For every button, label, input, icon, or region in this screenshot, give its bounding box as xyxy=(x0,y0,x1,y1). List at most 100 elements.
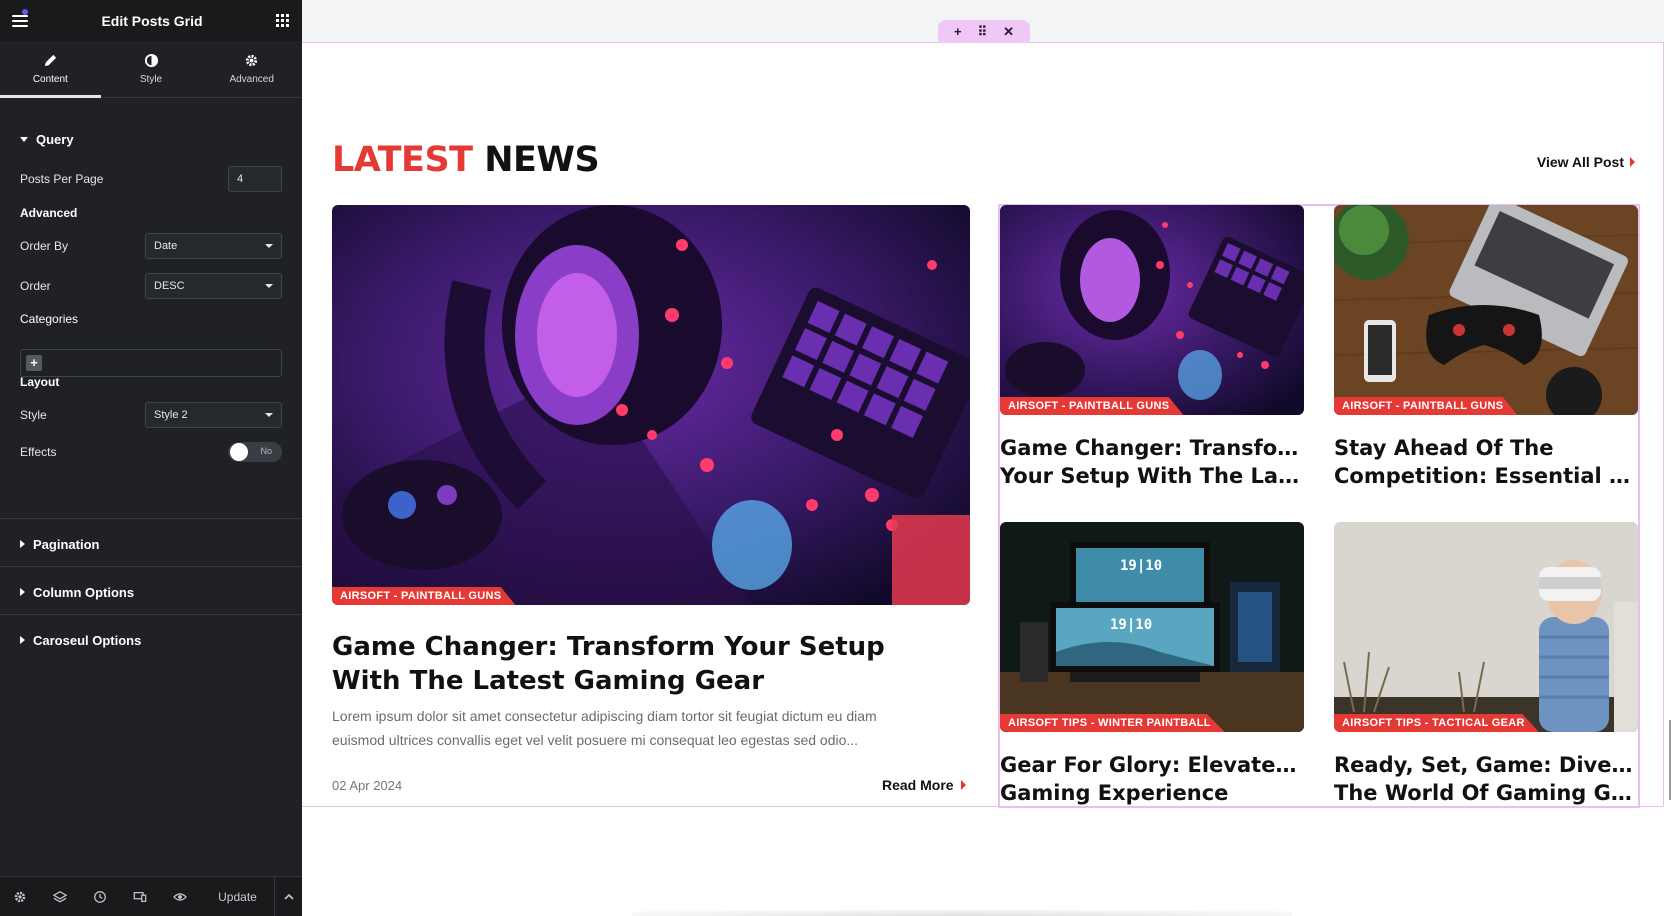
toggle-state: No xyxy=(260,446,272,456)
tab-content[interactable]: Content xyxy=(0,41,101,98)
section-label: Caroseul Options xyxy=(33,632,142,648)
update-button[interactable]: Update xyxy=(200,876,274,916)
post-title-line[interactable]: Stay Ahead Of The xyxy=(1334,434,1634,462)
select-value: Date xyxy=(154,240,178,252)
bottom-shadow xyxy=(632,910,1292,916)
column-options-section-toggle[interactable]: Column Options xyxy=(0,583,302,601)
style-control: Style Style 2 xyxy=(20,402,282,428)
posts-per-page-input[interactable]: 4 xyxy=(228,166,282,192)
read-more-link[interactable]: Read More xyxy=(882,777,966,793)
order-select[interactable]: DESC xyxy=(145,273,282,299)
divider xyxy=(0,566,302,567)
history-icon[interactable] xyxy=(80,877,120,916)
post-title-line[interactable]: The World Of Gaming Gear xyxy=(1334,779,1634,807)
view-all-label: View All Post xyxy=(1536,154,1624,170)
heading-accent: LATEST xyxy=(332,140,473,180)
post-title-line[interactable]: Gaming Experience xyxy=(1000,779,1300,807)
caret-right-icon xyxy=(20,540,25,548)
featured-post-date: 02 Apr 2024 xyxy=(332,778,403,793)
gaming-gear-photo xyxy=(332,205,970,605)
panel-tabs: Content Style Advanced xyxy=(0,41,302,98)
post-title-line[interactable]: Competition: Essential Gami... xyxy=(1334,462,1634,490)
controller-desk-photo xyxy=(1334,205,1638,415)
settings-icon[interactable] xyxy=(0,877,40,916)
category-tag[interactable]: AIRSOFT TIPS - WINTER PAINTBALL xyxy=(1000,714,1225,732)
control-label: Posts Per Page xyxy=(20,172,104,186)
chevron-down-icon xyxy=(265,413,273,417)
heading-main: NEWS xyxy=(484,140,600,180)
featured-post-excerpt: Lorem ipsum dolor sit amet consectetur a… xyxy=(332,708,877,748)
panel-title: Edit Posts Grid xyxy=(101,12,203,29)
add-category-button[interactable]: + xyxy=(26,355,42,371)
tab-advanced[interactable]: Advanced xyxy=(201,41,302,97)
half-circle-icon xyxy=(144,53,158,68)
update-options-button[interactable] xyxy=(274,876,302,916)
select-value: Style 2 xyxy=(154,409,188,421)
preview-canvas: + ⠿ ✕ LATEST NEWS View All Post AIRSOFT … xyxy=(302,0,1671,916)
chevron-down-icon xyxy=(265,284,273,288)
divider xyxy=(0,614,302,615)
caret-down-icon xyxy=(20,136,28,142)
post-title-line[interactable]: Ready, Set, Game: Dive Into xyxy=(1334,751,1634,779)
featured-post-image[interactable]: AIRSOFT - PAINTBALL GUNS xyxy=(332,205,970,605)
category-tag[interactable]: AIRSOFT - PAINTBALL GUNS xyxy=(332,587,516,605)
svg-text:19|10: 19|10 xyxy=(1120,558,1162,574)
control-label: Order xyxy=(20,279,51,293)
plus-icon[interactable]: + xyxy=(954,24,962,39)
control-label: Effects xyxy=(20,445,57,459)
order-by-select[interactable]: Date xyxy=(145,233,282,259)
layers-icon[interactable] xyxy=(40,877,80,916)
post-title-line[interactable]: Game Changer: Transform xyxy=(1000,434,1300,462)
query-section-toggle[interactable]: Query xyxy=(0,130,94,148)
carousel-options-section-toggle[interactable]: Caroseul Options xyxy=(0,631,302,649)
post-image[interactable]: AIRSOFT - PAINTBALL GUNS xyxy=(1000,205,1304,415)
vr-headset-kid-photo xyxy=(1334,522,1638,732)
categories-field[interactable]: + xyxy=(20,349,282,377)
section-heading: LATEST NEWS xyxy=(332,140,600,180)
post-title-line[interactable]: Gear For Glory: Elevate Your xyxy=(1000,751,1300,779)
drag-handle-icon[interactable]: ⠿ xyxy=(978,24,988,40)
section-label: Query xyxy=(36,131,74,147)
post-image[interactable]: 19|10 19|10 AIRSOFT TIPS - WINTER PAINTB… xyxy=(1000,522,1304,732)
preview-icon[interactable] xyxy=(160,877,200,916)
chevron-down-icon xyxy=(265,244,273,248)
responsive-icon[interactable] xyxy=(120,877,160,916)
editor-panel: Edit Posts Grid Content Style Advanced Q… xyxy=(0,0,302,916)
toggle-knob xyxy=(230,443,248,461)
categories-label: Categories xyxy=(20,312,79,326)
order-control: Order DESC xyxy=(20,273,282,299)
order-by-control: Order By Date xyxy=(20,233,282,259)
widgets-grid-icon[interactable] xyxy=(276,13,290,28)
select-value: DESC xyxy=(154,280,185,292)
menu-icon[interactable] xyxy=(12,8,28,27)
tab-label: Style xyxy=(139,74,163,85)
tab-label: Content xyxy=(32,74,68,85)
gaming-setup-photo: 19|10 19|10 xyxy=(1000,522,1304,732)
view-all-link[interactable]: View All Post xyxy=(1537,154,1635,170)
effects-control: Effects No xyxy=(20,442,282,462)
category-tag[interactable]: AIRSOFT - PAINTBALL GUNS xyxy=(1000,397,1184,415)
pagination-section-toggle[interactable]: Pagination xyxy=(0,535,302,553)
effects-toggle[interactable]: No xyxy=(228,442,282,462)
layout-heading: Layout xyxy=(20,375,60,389)
caret-right-icon xyxy=(1630,157,1635,167)
category-tag[interactable]: AIRSOFT TIPS - TACTICAL GEAR xyxy=(1334,714,1539,732)
post-image[interactable]: AIRSOFT - PAINTBALL GUNS xyxy=(1334,205,1638,415)
style-select[interactable]: Style 2 xyxy=(145,402,282,428)
caret-right-icon xyxy=(20,636,25,644)
tab-style[interactable]: Style xyxy=(101,41,202,97)
caret-right-icon xyxy=(20,588,25,596)
control-label: Order By xyxy=(20,239,69,253)
pencil-icon xyxy=(44,54,56,67)
section-handle: + ⠿ ✕ xyxy=(938,20,1030,43)
close-icon[interactable]: ✕ xyxy=(1003,24,1014,40)
panel-footer: Update xyxy=(0,876,302,916)
category-tag[interactable]: AIRSOFT - PAINTBALL GUNS xyxy=(1334,397,1518,415)
advanced-heading: Advanced xyxy=(20,206,78,220)
control-label: Style xyxy=(20,408,47,422)
caret-right-icon xyxy=(960,780,966,790)
post-image[interactable]: AIRSOFT TIPS - TACTICAL GEAR xyxy=(1334,522,1638,732)
featured-post-title[interactable]: Game Changer: Transform Your Setup With … xyxy=(332,630,952,698)
section-label: Column Options xyxy=(33,584,135,600)
post-title-line[interactable]: Your Setup With The Latest... xyxy=(1000,462,1300,490)
